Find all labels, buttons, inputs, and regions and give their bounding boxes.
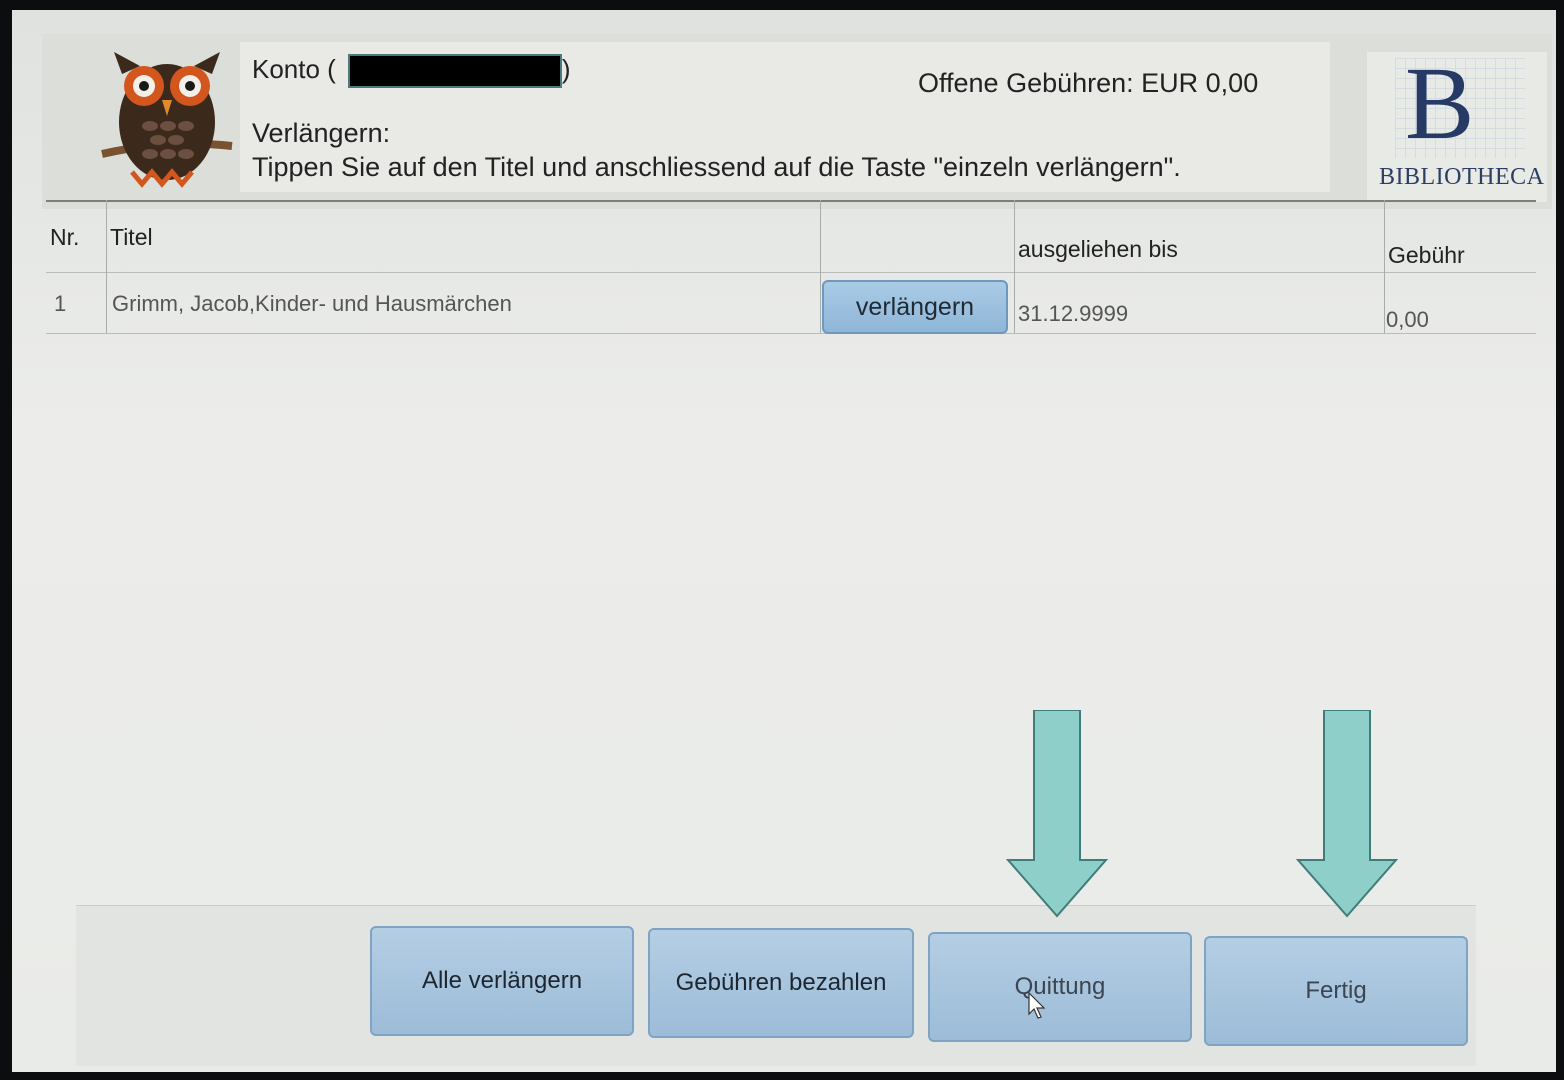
- renew-heading: Verlängern:: [252, 118, 391, 148]
- row-due-date: 31.12.9999: [1018, 301, 1129, 326]
- logo-letter: B: [1405, 46, 1475, 161]
- account-header: Konto () Offene Gebühren: EUR 0,00 Verlä…: [42, 34, 1552, 209]
- row-fee: 0,00: [1386, 307, 1429, 332]
- row-number: 1: [54, 291, 67, 316]
- arrow-down-icon: [1295, 710, 1399, 918]
- bottom-button-bar: Alle verlängern Gebühren bezahlen Quittu…: [76, 905, 1476, 1066]
- bibliotheca-logo: B BIBLIOTHECA: [1367, 52, 1547, 202]
- monitor-bezel-bottom: [0, 1072, 1564, 1080]
- receipt-button[interactable]: Quittung: [928, 932, 1192, 1042]
- account-label: Konto (): [252, 54, 571, 89]
- monitor-bezel-left: [0, 0, 12, 1080]
- instruction-text: Tippen Sie auf den Titel und anschliesse…: [252, 152, 1181, 182]
- table-header: Nr. Titel ausgeliehen bis Gebühr: [46, 200, 1536, 273]
- mouse-cursor-icon: [1028, 992, 1046, 1019]
- arrow-down-icon: [1005, 710, 1109, 918]
- owl-icon: [101, 52, 233, 188]
- column-header-title: Titel: [110, 224, 153, 250]
- monitor-bezel-top: [0, 0, 1564, 10]
- renew-single-button[interactable]: verlängern: [822, 280, 1008, 334]
- column-header-nr: Nr.: [50, 224, 80, 250]
- konto-suffix: ): [561, 54, 571, 84]
- kiosk-screen: Konto () Offene Gebühren: EUR 0,00 Verlä…: [12, 10, 1556, 1072]
- konto-text: Konto (: [252, 54, 336, 84]
- monitor-bezel-right: [1556, 0, 1564, 1080]
- pay-fees-button[interactable]: Gebühren bezahlen: [648, 928, 914, 1038]
- logo-wordmark: BIBLIOTHECA: [1379, 164, 1545, 190]
- redacted-account-number: [347, 54, 562, 89]
- header-text-panel: Konto () Offene Gebühren: EUR 0,00 Verlä…: [240, 42, 1330, 192]
- open-fees: Offene Gebühren: EUR 0,00: [918, 68, 1259, 98]
- done-button[interactable]: Fertig: [1204, 936, 1468, 1046]
- table-row[interactable]: 1 Grimm, Jacob,Kinder- und Hausmärchen 3…: [46, 271, 1536, 334]
- row-title[interactable]: Grimm, Jacob,Kinder- und Hausmärchen: [112, 291, 512, 317]
- column-header-fee: Gebühr: [1388, 242, 1465, 268]
- column-header-due: ausgeliehen bis: [1018, 236, 1178, 262]
- renew-all-button[interactable]: Alle verlängern: [370, 926, 634, 1036]
